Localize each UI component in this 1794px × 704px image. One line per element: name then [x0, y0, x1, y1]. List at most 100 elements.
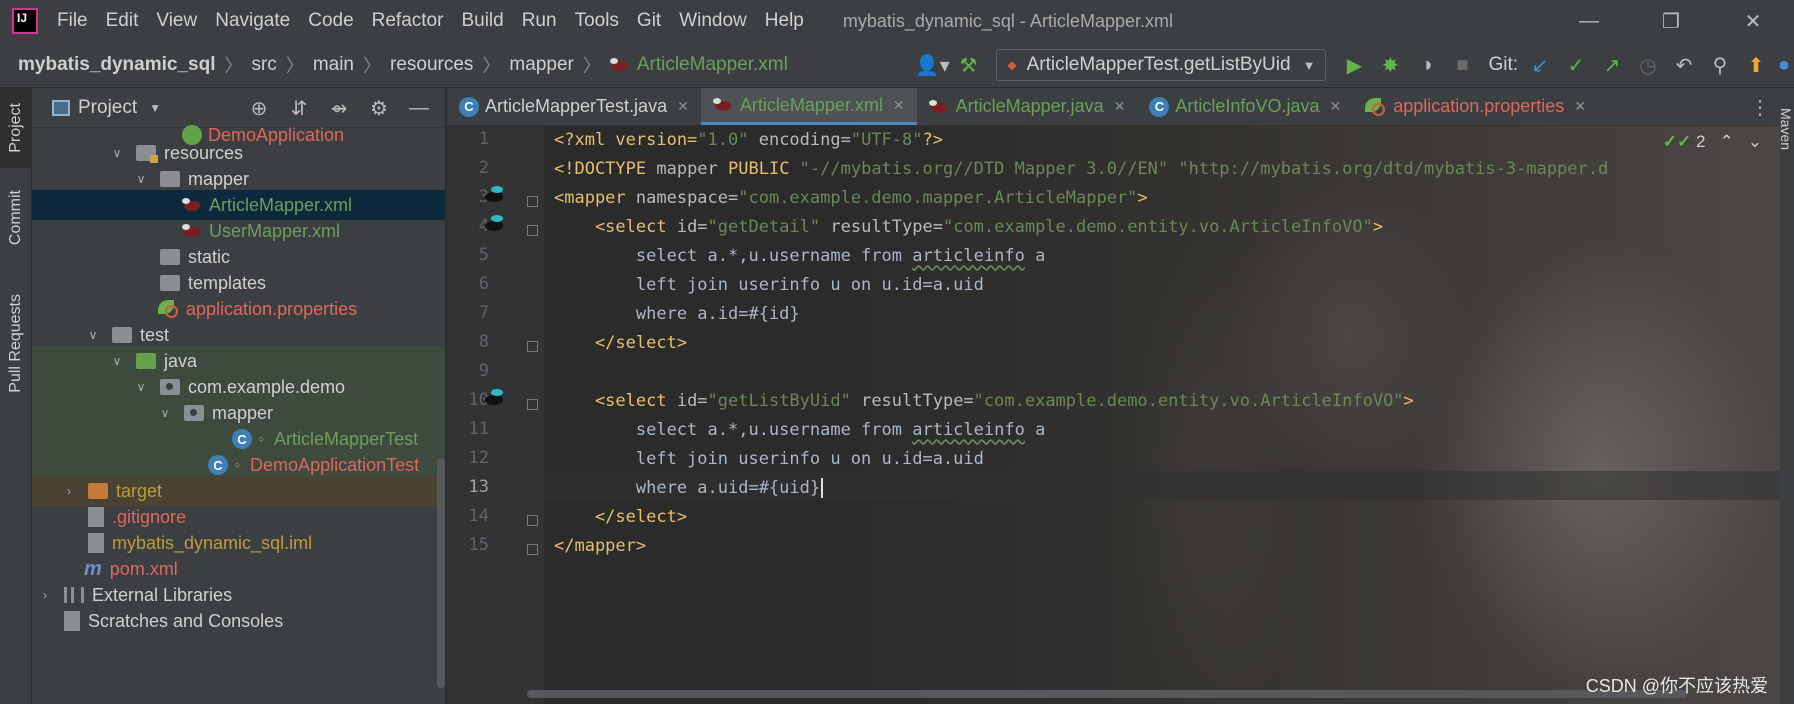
tab-label: ArticleMapper.xml — [739, 94, 883, 115]
tree-item-scratches[interactable]: Scratches and Consoles — [32, 606, 445, 636]
tree-item-label: External Libraries — [92, 584, 233, 605]
collapse-all-icon[interactable]: ⇴ — [319, 96, 359, 121]
editor-horizontal-scrollbar[interactable] — [527, 690, 1687, 698]
menu-git[interactable]: Git — [628, 10, 670, 32]
mybatis-navigate-icon[interactable] — [483, 215, 505, 233]
hide-icon[interactable]: — — [399, 97, 439, 120]
menu-window[interactable]: Window — [670, 10, 756, 32]
chevron-down-icon[interactable]: ∨ — [110, 146, 124, 160]
close-icon[interactable]: ✕ — [677, 98, 689, 115]
close-icon[interactable]: ✕ — [893, 97, 905, 114]
chevron-down-icon[interactable]: ∨ — [134, 380, 148, 394]
tab-articlemapper-xml[interactable]: ArticleMapper.xml ✕ — [700, 88, 917, 125]
tab-articlemapper-java[interactable]: ArticleMapper.java ✕ — [917, 88, 1138, 125]
user-icon[interactable]: 👤▾ — [914, 47, 950, 83]
git-push-icon[interactable]: ↗ — [1594, 47, 1630, 83]
tab-application-properties[interactable]: application.properties ✕ — [1353, 88, 1598, 125]
tool-tab-maven[interactable]: Maven — [1780, 108, 1794, 150]
project-panel-title[interactable]: Project — [78, 97, 137, 119]
close-icon[interactable]: ✕ — [1329, 98, 1341, 115]
mybatis-navigate-icon[interactable] — [483, 186, 505, 204]
excluded-folder-icon — [88, 483, 108, 499]
gear-icon[interactable]: ⚙ — [359, 96, 399, 121]
menu-view[interactable]: View — [147, 10, 206, 32]
menu-navigate[interactable]: Navigate — [206, 10, 299, 32]
tool-tab-pull-requests[interactable]: Pull Requests — [0, 278, 32, 408]
locate-icon[interactable]: ⊕ — [239, 96, 279, 121]
chevron-right-icon[interactable]: › — [38, 588, 52, 602]
build-hammer-icon[interactable]: ⚒ — [950, 47, 986, 83]
run-configuration-select[interactable]: ◆ ArticleMapperTest.getListByUid ▼ — [996, 49, 1327, 81]
git-update-icon[interactable]: ↙ — [1522, 47, 1558, 83]
chevron-down-icon[interactable]: ∨ — [86, 328, 100, 342]
fold-marker-icon[interactable] — [527, 225, 538, 236]
restore-icon[interactable]: ❐ — [1630, 0, 1712, 42]
mybatis-xml-icon — [609, 56, 630, 74]
rollback-icon[interactable]: ↶ — [1666, 47, 1702, 83]
menu-help[interactable]: Help — [756, 10, 813, 32]
chevron-down-icon[interactable]: ∨ — [110, 354, 124, 368]
tab-articleinfovo-java[interactable]: C ArticleInfoVO.java ✕ — [1137, 88, 1353, 125]
more-tabs-icon[interactable]: ⋮ — [1750, 88, 1770, 126]
tab-label: ArticleMapper.java — [955, 96, 1104, 116]
coverage-icon[interactable]: ◑ — [1408, 47, 1444, 83]
menu-file[interactable]: File — [48, 10, 97, 32]
line-number: 2 — [478, 158, 489, 178]
tab-articlemappertest-java[interactable]: C ArticleMapperTest.java ✕ — [447, 88, 701, 125]
run-icon[interactable]: ▶ — [1336, 47, 1372, 83]
line-number: 15 — [468, 535, 489, 555]
mybatis-navigate-icon[interactable] — [483, 389, 505, 407]
menu-tools[interactable]: Tools — [566, 10, 628, 32]
update-available-icon[interactable]: ⬆ — [1738, 47, 1774, 83]
chevron-down-icon[interactable]: ▼ — [149, 101, 161, 115]
close-icon[interactable]: ✕ — [1114, 98, 1126, 115]
tool-tab-project[interactable]: Project — [0, 88, 32, 168]
git-commit-icon[interactable]: ✓ — [1558, 47, 1594, 83]
fold-marker-icon[interactable] — [527, 544, 538, 555]
menu-build[interactable]: Build — [452, 10, 512, 32]
window-controls: — ❐ ✕ — [1548, 0, 1794, 42]
close-icon[interactable]: ✕ — [1574, 98, 1586, 115]
history-icon[interactable]: ◷ — [1630, 47, 1666, 83]
breadcrumb-file[interactable]: ArticleMapper.xml — [609, 54, 788, 76]
mybatis-xml-icon — [712, 96, 733, 114]
menu-refactor[interactable]: Refactor — [363, 10, 453, 32]
breadcrumb-src[interactable]: src — [251, 54, 276, 76]
menu-edit[interactable]: Edit — [97, 10, 148, 32]
breadcrumb-main[interactable]: main — [313, 54, 354, 76]
plugin-icon[interactable]: ● — [1774, 47, 1794, 83]
minimize-icon[interactable]: — — [1548, 0, 1630, 42]
code-area[interactable]: <?xml version="1.0" encoding="UTF-8"?> <… — [544, 126, 1780, 704]
code-line-14: </select> — [554, 507, 688, 527]
tool-tab-commit[interactable]: Commit — [0, 176, 32, 260]
attr-name: id= — [676, 391, 708, 411]
breadcrumb-mapper[interactable]: mapper — [509, 54, 573, 76]
close-window-icon[interactable]: ✕ — [1712, 0, 1794, 42]
fold-marker-icon[interactable] — [527, 196, 538, 207]
test-marker-icon: ○ — [258, 433, 265, 445]
project-panel-scrollbar[interactable] — [437, 458, 445, 688]
project-view-icon — [52, 99, 70, 116]
breadcrumb-project[interactable]: mybatis_dynamic_sql — [18, 54, 215, 76]
chevron-down-icon[interactable]: ∨ — [158, 406, 172, 420]
debug-icon[interactable]: ✸ — [1372, 47, 1408, 83]
xml-prolog-end: ?> — [922, 130, 943, 150]
code-line-10: <select id="getListByUid" resultType="co… — [554, 387, 1414, 416]
menu-run[interactable]: Run — [513, 10, 566, 32]
menu-code[interactable]: Code — [299, 10, 362, 32]
breadcrumb-separator-icon: 〉 — [582, 55, 601, 76]
fold-marker-icon[interactable] — [527, 399, 538, 410]
fold-marker-icon[interactable] — [527, 341, 538, 352]
fold-marker-icon[interactable] — [527, 515, 538, 526]
search-icon[interactable]: ⚲ — [1702, 47, 1738, 83]
breadcrumb-resources[interactable]: resources — [390, 54, 473, 76]
sql-text: a — [1024, 420, 1046, 440]
chevron-right-icon[interactable]: › — [62, 484, 76, 498]
tab-label: application.properties — [1393, 96, 1565, 116]
sql-table-warning: articleinfo — [912, 246, 1025, 266]
test-config-icon: ◆ — [1007, 58, 1017, 72]
tag-end: > — [1137, 188, 1148, 208]
expand-all-icon[interactable]: ⇵ — [279, 96, 319, 121]
chevron-down-icon[interactable]: ∨ — [134, 172, 148, 186]
stop-icon[interactable]: ■ — [1444, 47, 1480, 83]
